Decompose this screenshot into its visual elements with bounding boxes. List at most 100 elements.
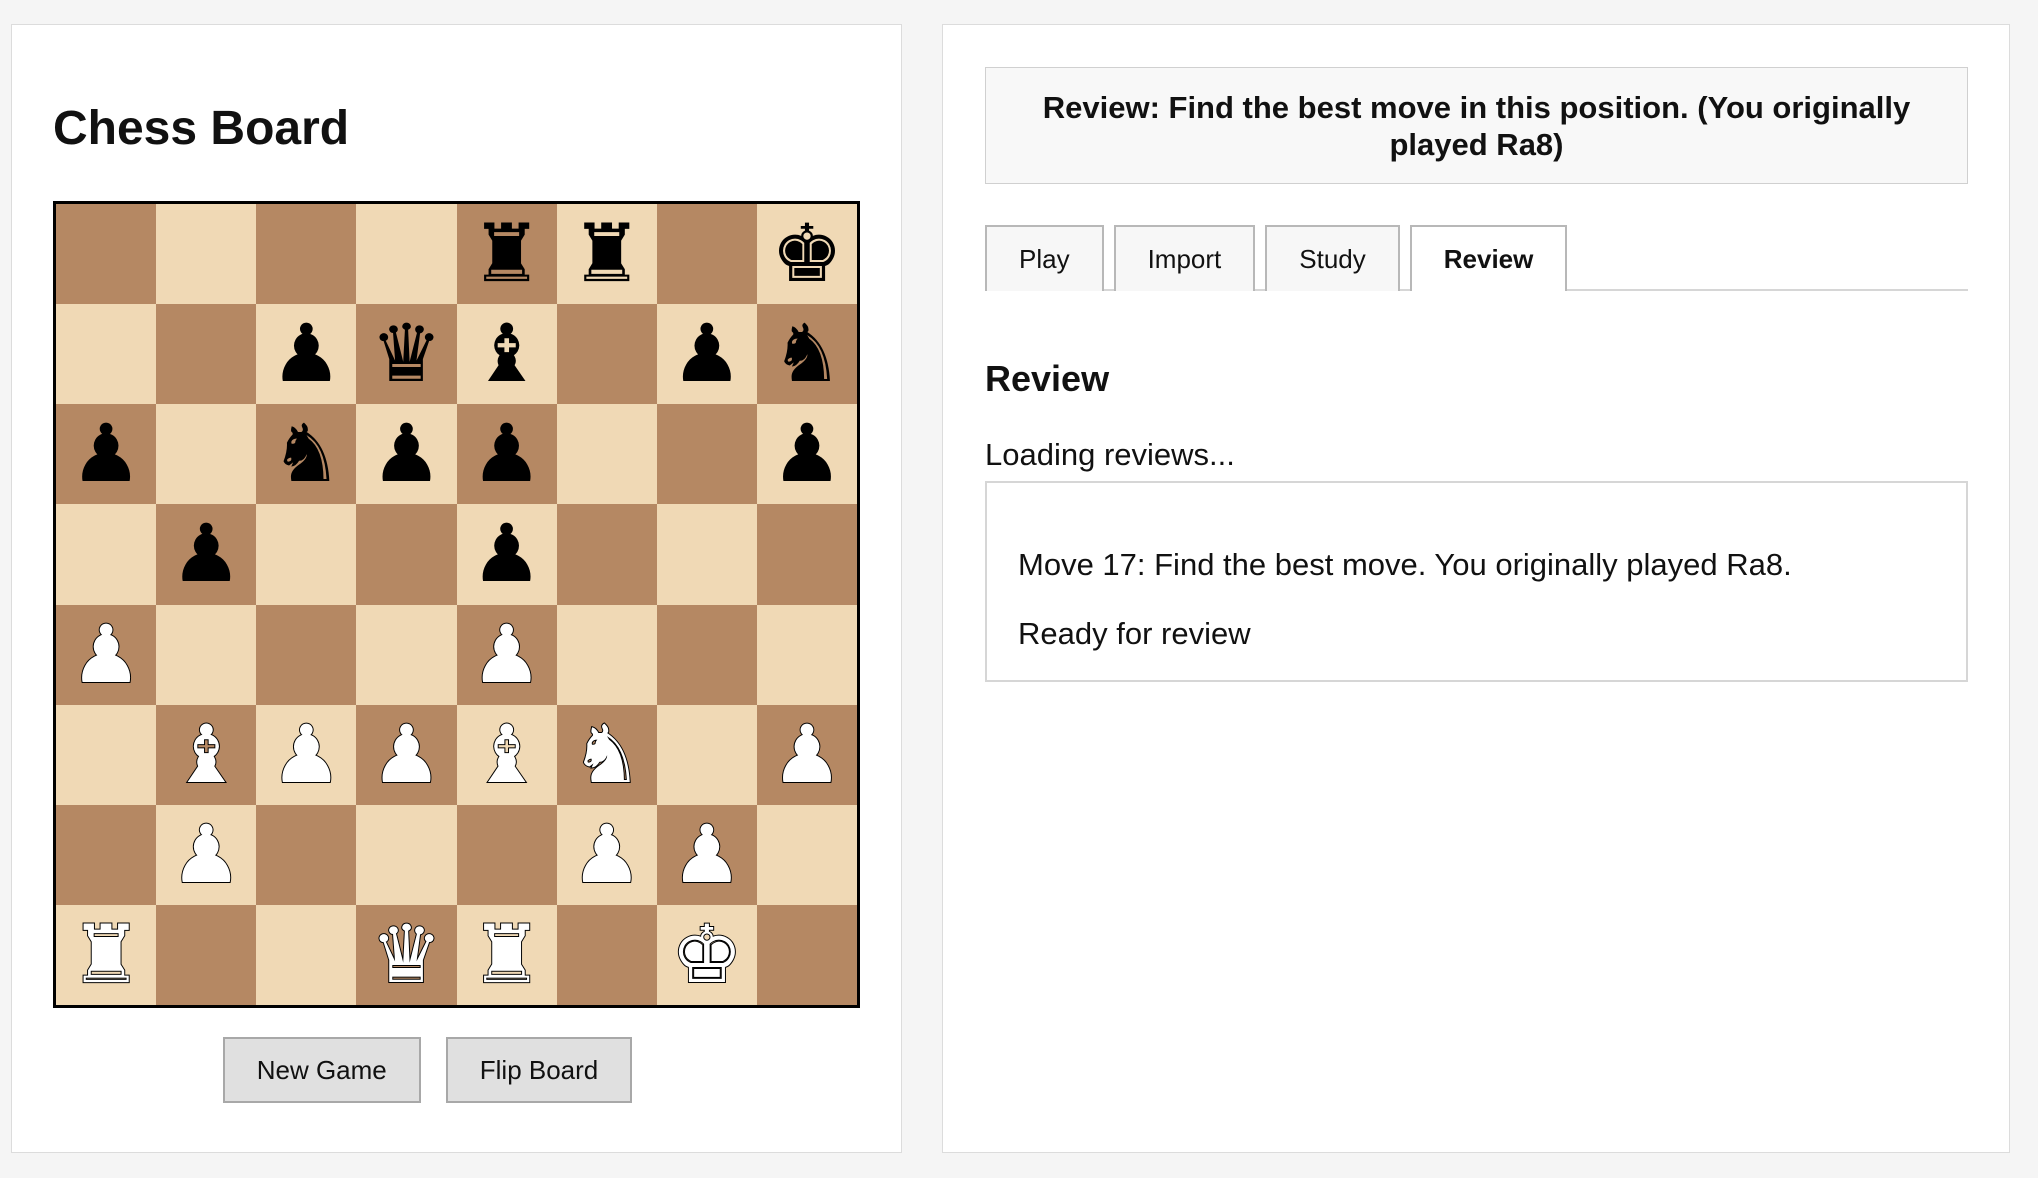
black-king-icon[interactable]: ♚ — [771, 214, 843, 294]
square-h7[interactable]: ♞ — [756, 304, 857, 405]
square-a5[interactable] — [56, 504, 157, 605]
white-bishop-icon[interactable]: ♝ — [470, 713, 544, 795]
black-knight-icon[interactable]: ♞ — [270, 414, 342, 494]
square-d8[interactable] — [356, 204, 457, 305]
square-c1[interactable] — [256, 904, 357, 1005]
square-h3[interactable]: ♟ — [756, 704, 857, 805]
square-g7[interactable]: ♟ — [656, 304, 757, 405]
review-card[interactable]: Move 17: Find the best move. You origina… — [985, 481, 1968, 682]
square-b6[interactable] — [156, 404, 257, 505]
black-pawn-icon[interactable]: ♟ — [771, 414, 843, 494]
square-e1[interactable]: ♜ — [456, 904, 557, 1005]
square-d3[interactable]: ♟ — [356, 704, 457, 805]
new-game-button[interactable]: New Game — [222, 1037, 421, 1103]
square-f3[interactable]: ♞ — [556, 704, 657, 805]
square-h2[interactable] — [756, 804, 857, 905]
square-g4[interactable] — [656, 604, 757, 705]
square-f6[interactable] — [556, 404, 657, 505]
white-knight-icon[interactable]: ♞ — [570, 713, 644, 795]
black-pawn-icon[interactable]: ♟ — [471, 514, 543, 594]
black-queen-icon[interactable]: ♛ — [371, 314, 443, 394]
square-a4[interactable]: ♟ — [56, 604, 157, 705]
square-c8[interactable] — [256, 204, 357, 305]
square-c2[interactable] — [256, 804, 357, 905]
square-g3[interactable] — [656, 704, 757, 805]
square-g1[interactable]: ♚ — [656, 904, 757, 1005]
chess-board[interactable]: ♜ ♜ ♚ ♟ ♛ ♝ ♟ ♞ ♟ ♞ ♟ ♟ ♟ ♟ ♟ ♟ ♟ ♝ ♟ ♟ ♝ ♞ ♟ ♟ ♟ ♟ ♜ ♛ ♜ ♚ — [53, 201, 860, 1008]
square-f8[interactable]: ♜ — [556, 204, 657, 305]
square-b5[interactable]: ♟ — [156, 504, 257, 605]
square-a7[interactable] — [56, 304, 157, 405]
black-pawn-icon[interactable]: ♟ — [70, 414, 142, 494]
square-c3[interactable]: ♟ — [256, 704, 357, 805]
square-h5[interactable] — [756, 504, 857, 605]
square-e7[interactable]: ♝ — [456, 304, 557, 405]
tab-review[interactable]: Review — [1409, 225, 1568, 291]
white-pawn-icon[interactable]: ♟ — [269, 713, 343, 795]
white-rook-icon[interactable]: ♜ — [470, 913, 544, 995]
tab-study[interactable]: Study — [1265, 225, 1400, 291]
square-f7[interactable] — [556, 304, 657, 405]
square-d2[interactable] — [356, 804, 457, 905]
square-d5[interactable] — [356, 504, 457, 605]
square-b8[interactable] — [156, 204, 257, 305]
black-pawn-icon[interactable]: ♟ — [270, 314, 342, 394]
square-b1[interactable] — [156, 904, 257, 1005]
white-pawn-icon[interactable]: ♟ — [470, 613, 544, 695]
white-bishop-icon[interactable]: ♝ — [169, 713, 243, 795]
square-d4[interactable] — [356, 604, 457, 705]
square-h6[interactable]: ♟ — [756, 404, 857, 505]
square-b4[interactable] — [156, 604, 257, 705]
square-e5[interactable]: ♟ — [456, 504, 557, 605]
square-e4[interactable]: ♟ — [456, 604, 557, 705]
white-pawn-icon[interactable]: ♟ — [370, 713, 444, 795]
black-rook-icon[interactable]: ♜ — [571, 214, 643, 294]
flip-board-button[interactable]: Flip Board — [445, 1037, 633, 1103]
black-bishop-icon[interactable]: ♝ — [471, 314, 543, 394]
black-pawn-icon[interactable]: ♟ — [671, 314, 743, 394]
square-c6[interactable]: ♞ — [256, 404, 357, 505]
tab-play[interactable]: Play — [985, 225, 1104, 291]
square-c7[interactable]: ♟ — [256, 304, 357, 405]
square-f4[interactable] — [556, 604, 657, 705]
square-e3[interactable]: ♝ — [456, 704, 557, 805]
square-h1[interactable] — [756, 904, 857, 1005]
black-rook-icon[interactable]: ♜ — [471, 214, 543, 294]
white-king-icon[interactable]: ♚ — [670, 913, 744, 995]
square-d7[interactable]: ♛ — [356, 304, 457, 405]
square-f5[interactable] — [556, 504, 657, 605]
square-h8[interactable]: ♚ — [756, 204, 857, 305]
square-g8[interactable] — [656, 204, 757, 305]
square-a6[interactable]: ♟ — [56, 404, 157, 505]
square-e6[interactable]: ♟ — [456, 404, 557, 505]
square-a2[interactable] — [56, 804, 157, 905]
white-pawn-icon[interactable]: ♟ — [670, 813, 744, 895]
square-a8[interactable] — [56, 204, 157, 305]
white-queen-icon[interactable]: ♛ — [370, 913, 444, 995]
square-d6[interactable]: ♟ — [356, 404, 457, 505]
square-g2[interactable]: ♟ — [656, 804, 757, 905]
square-g5[interactable] — [656, 504, 757, 605]
square-b7[interactable] — [156, 304, 257, 405]
white-rook-icon[interactable]: ♜ — [69, 913, 143, 995]
square-b2[interactable]: ♟ — [156, 804, 257, 905]
square-c5[interactable] — [256, 504, 357, 605]
square-f2[interactable]: ♟ — [556, 804, 657, 905]
square-e2[interactable] — [456, 804, 557, 905]
white-pawn-icon[interactable]: ♟ — [770, 713, 844, 795]
black-pawn-icon[interactable]: ♟ — [471, 414, 543, 494]
square-h4[interactable] — [756, 604, 857, 705]
square-a1[interactable]: ♜ — [56, 904, 157, 1005]
white-pawn-icon[interactable]: ♟ — [69, 613, 143, 695]
black-knight-icon[interactable]: ♞ — [771, 314, 843, 394]
square-e8[interactable]: ♜ — [456, 204, 557, 305]
white-pawn-icon[interactable]: ♟ — [169, 813, 243, 895]
tab-import[interactable]: Import — [1113, 225, 1256, 291]
square-b3[interactable]: ♝ — [156, 704, 257, 805]
square-d1[interactable]: ♛ — [356, 904, 457, 1005]
square-f1[interactable] — [556, 904, 657, 1005]
white-pawn-icon[interactable]: ♟ — [570, 813, 644, 895]
square-g6[interactable] — [656, 404, 757, 505]
square-a3[interactable] — [56, 704, 157, 805]
black-pawn-icon[interactable]: ♟ — [170, 514, 242, 594]
